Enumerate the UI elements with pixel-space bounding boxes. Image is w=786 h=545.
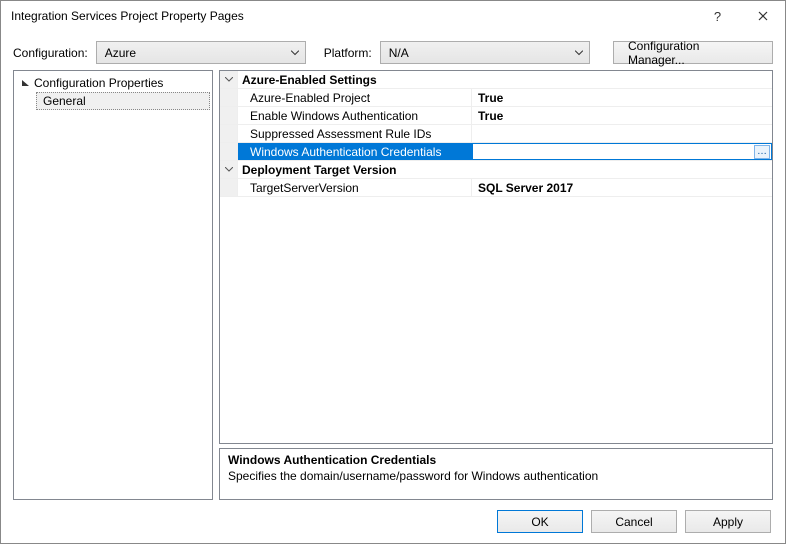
ellipsis-button[interactable]: … [754,145,770,159]
prop-value[interactable]: … [472,143,772,160]
configuration-dropdown[interactable]: Azure [96,41,306,64]
right-column: Azure-Enabled Settings Azure-Enabled Pro… [219,70,773,500]
prop-row-winauth-credentials[interactable]: Windows Authentication Credentials … [220,143,772,161]
prop-name: Azure-Enabled Project [238,89,472,106]
prop-row-suppressed-rules[interactable]: Suppressed Assessment Rule IDs [220,125,772,143]
prop-value[interactable] [472,125,772,142]
category-label: Deployment Target Version [238,163,396,177]
prop-row-enable-winauth[interactable]: Enable Windows Authentication True [220,107,772,125]
tree-child-general[interactable]: General [36,92,210,110]
chevron-down-icon [291,50,299,55]
prop-value[interactable]: True [472,107,772,124]
prop-name: TargetServerVersion [238,179,472,196]
prop-name: Windows Authentication Credentials [238,143,472,160]
body-area: Configuration Properties General Azure-E… [1,70,785,500]
configuration-label: Configuration: [13,46,88,60]
platform-label: Platform: [324,46,372,60]
window-title: Integration Services Project Property Pa… [11,9,695,23]
description-body: Specifies the domain/username/password f… [228,469,764,483]
category-collapse-icon[interactable] [220,71,238,88]
description-panel: Windows Authentication Credentials Speci… [219,448,773,500]
chevron-down-icon [575,50,583,55]
description-title: Windows Authentication Credentials [228,453,764,467]
titlebar: Integration Services Project Property Pa… [1,1,785,31]
cancel-button[interactable]: Cancel [591,510,677,533]
prop-row-target-server-version[interactable]: TargetServerVersion SQL Server 2017 [220,179,772,197]
prop-value[interactable]: True [472,89,772,106]
prop-name: Suppressed Assessment Rule IDs [238,125,472,142]
property-grid[interactable]: Azure-Enabled Settings Azure-Enabled Pro… [219,70,773,444]
platform-dropdown[interactable]: N/A [380,41,590,64]
category-azure-settings[interactable]: Azure-Enabled Settings [220,71,772,89]
prop-row-azure-enabled[interactable]: Azure-Enabled Project True [220,89,772,107]
tree-root-item[interactable]: Configuration Properties [14,74,212,92]
nav-tree[interactable]: Configuration Properties General [13,70,213,500]
tree-child-label: General [43,94,86,108]
close-button[interactable] [740,1,785,31]
help-button[interactable]: ? [695,1,740,31]
category-label: Azure-Enabled Settings [238,73,377,87]
configuration-value: Azure [105,46,136,60]
dialog-footer: OK Cancel Apply [1,500,785,545]
tree-collapse-icon[interactable] [20,79,30,88]
category-collapse-icon[interactable] [220,161,238,178]
ok-button[interactable]: OK [497,510,583,533]
prop-value[interactable]: SQL Server 2017 [472,179,772,196]
tree-root-label: Configuration Properties [34,76,163,90]
platform-value: N/A [389,46,409,60]
configuration-manager-button[interactable]: Configuration Manager... [613,41,773,64]
apply-button[interactable]: Apply [685,510,771,533]
configuration-bar: Configuration: Azure Platform: N/A Confi… [1,31,785,70]
prop-name: Enable Windows Authentication [238,107,472,124]
category-deployment-target[interactable]: Deployment Target Version [220,161,772,179]
